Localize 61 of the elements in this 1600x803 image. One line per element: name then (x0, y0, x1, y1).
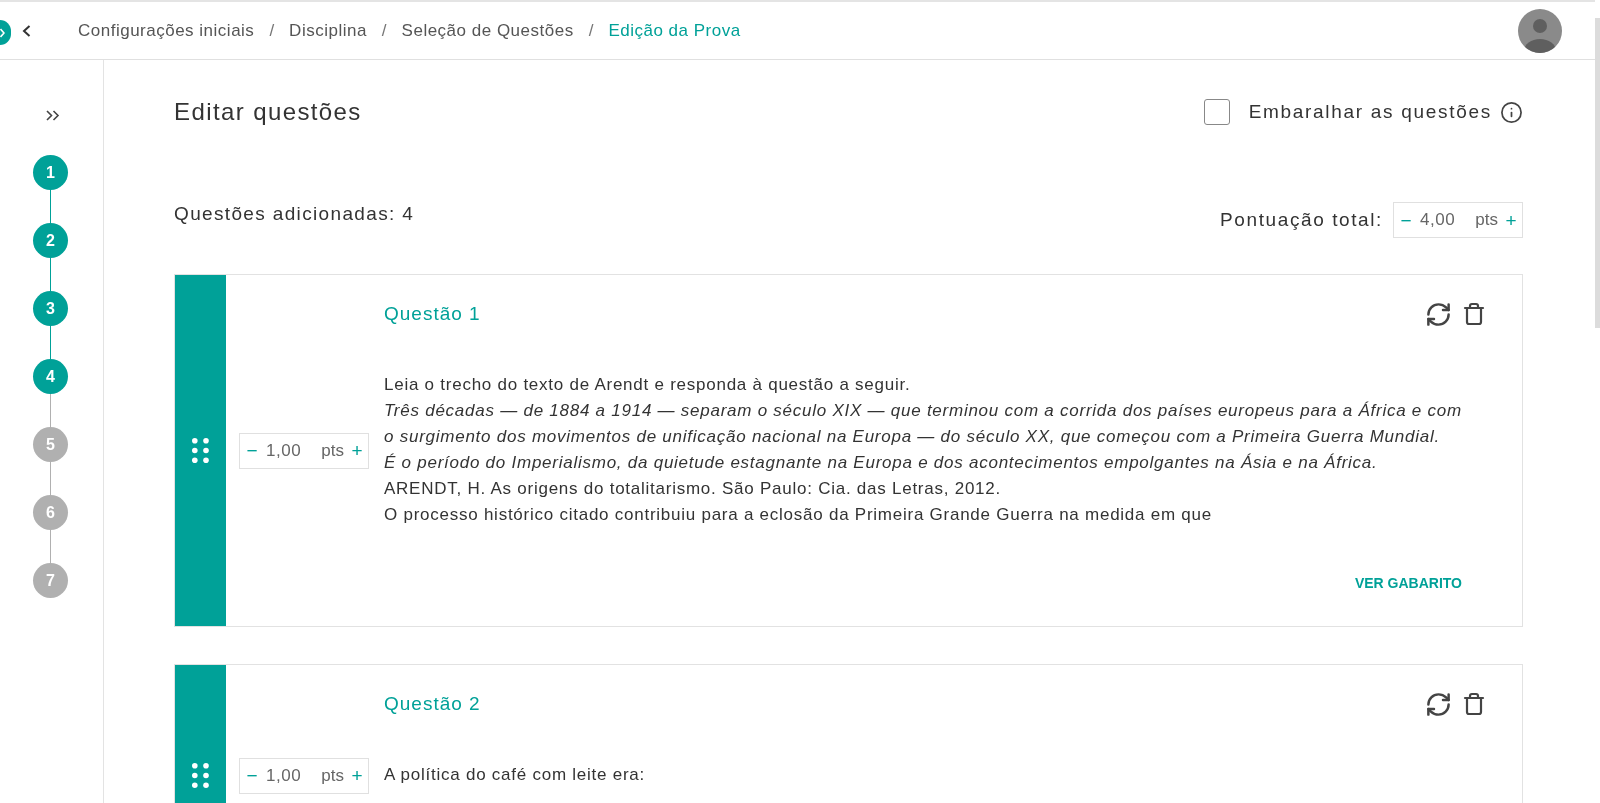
step-indicator: 2 (33, 223, 68, 258)
step-connector (49, 530, 52, 563)
decrement-button[interactable]: − (246, 441, 258, 460)
trash-icon[interactable] (1462, 302, 1486, 326)
points-value: 4,00 (1420, 210, 1456, 230)
step-connector (49, 326, 52, 359)
question-title: Questão 1 (384, 303, 481, 325)
points-stepper[interactable]: − 1,00 pts + (239, 432, 369, 469)
drag-handle-icon[interactable] (192, 438, 209, 463)
step-indicator: 3 (33, 291, 68, 326)
total-score-label: Pontuação total: (1220, 209, 1383, 231)
breadcrumb-link[interactable]: Edição da Prova (608, 20, 741, 41)
trash-icon[interactable] (1462, 692, 1486, 716)
step-connector (49, 394, 52, 427)
step-indicator: 1 (33, 155, 68, 190)
breadcrumb-separator: / (269, 20, 275, 41)
breadcrumb-separator: / (588, 20, 594, 41)
increment-button[interactable]: + (1505, 210, 1517, 230)
breadcrumb-link[interactable]: Configurações iniciais (78, 20, 255, 41)
step-connector (49, 190, 52, 223)
checkbox-label[interactable]: Embaralhar as questões (1248, 101, 1492, 123)
sidebar-toggle-button[interactable] (0, 20, 11, 45)
info-icon[interactable] (1500, 100, 1523, 124)
question-text: ARENDT, H. As origens do totalitarismo. São Paulo: Cia. das Letras, 2012. (384, 478, 1002, 500)
question-title: Questão 2 (384, 693, 481, 715)
unit-label: pts (321, 440, 344, 461)
question-count: Questões adicionadas: 4 (174, 202, 415, 226)
scrollbar-thumb[interactable] (1595, 18, 1600, 328)
avatar-icon[interactable] (1518, 8, 1562, 53)
answer-key-button[interactable]: VER GABARITO (1346, 565, 1470, 601)
breadcrumb-link[interactable]: Disciplina (289, 20, 367, 41)
increment-button[interactable]: + (351, 441, 363, 460)
refresh-icon[interactable] (1425, 300, 1452, 328)
points-value: 1,00 (266, 440, 302, 461)
quote-text: Três décadas — de 1884 a 1914 — separam o século XIX — que terminou com a corrida dos países europeus para a África e com o surgimento dos movimentos de unificação nacional na Europa — do século XX, que começou com a Primeira Guerra Mundial. É o período do Imperialismo, da quietude estagnante na Europa e dos acontecimentos empolgantes na Ásia e na África. (384, 400, 1463, 474)
step-indicator: 5 (33, 427, 68, 462)
breadcrumb-separator: / (381, 20, 387, 41)
step-connector (49, 258, 52, 291)
back-icon[interactable] (22, 24, 31, 37)
question-text: Leia o trecho do texto de Arendt e responda à questão a seguir. (384, 374, 912, 396)
breadcrumb-link[interactable]: Seleção de Questões (401, 20, 574, 41)
page-title: Editar questões (174, 97, 362, 127)
step-indicator: 4 (33, 359, 68, 394)
question-text: O processo histórico citado contribuiu para a eclosão da Primeira Grande Guerra na medida em que (384, 504, 1213, 526)
step-indicator: 7 (33, 563, 68, 598)
decrement-button[interactable]: − (246, 766, 258, 785)
increment-button[interactable]: + (351, 766, 363, 785)
points-stepper[interactable]: − 4,00 pts + (1393, 202, 1523, 238)
drag-handle-icon[interactable] (192, 763, 209, 788)
chevron-icon (0, 27, 5, 38)
step-connector (49, 462, 52, 495)
double-chevron-icon[interactable] (46, 110, 60, 121)
unit-label: pts (321, 765, 344, 786)
decrement-button[interactable]: − (1400, 210, 1412, 230)
unit-label: pts (1475, 210, 1498, 230)
question-text: A política do café com leite era: (384, 764, 646, 786)
points-value: 1,00 (266, 765, 302, 786)
step-indicator: 6 (33, 495, 68, 530)
refresh-icon[interactable] (1425, 690, 1452, 718)
points-stepper[interactable]: − 1,00 pts + (239, 757, 369, 794)
checkbox[interactable] (1203, 99, 1230, 125)
